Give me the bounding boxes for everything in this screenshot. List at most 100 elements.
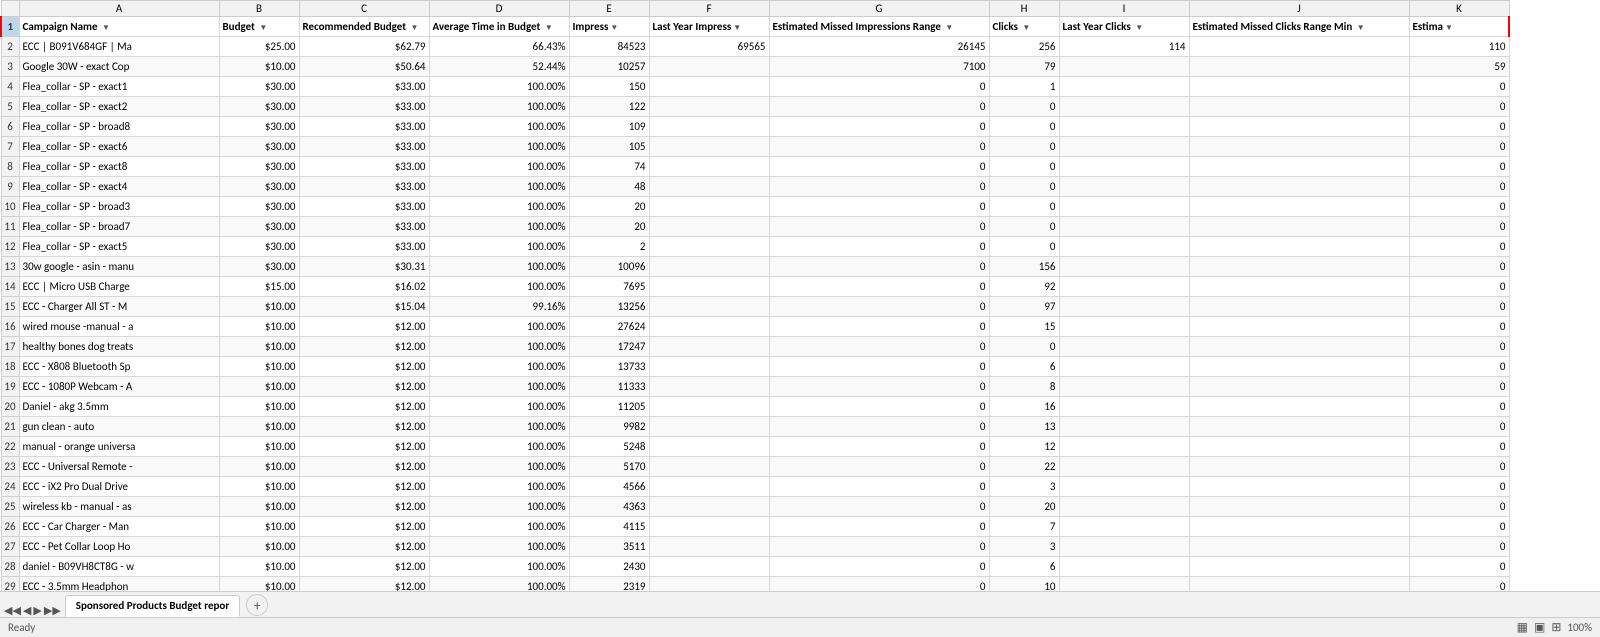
data-cell[interactable] bbox=[1189, 97, 1409, 117]
data-cell[interactable]: $12.00 bbox=[299, 577, 429, 592]
data-cell[interactable] bbox=[1189, 477, 1409, 497]
data-cell[interactable]: $30.00 bbox=[219, 197, 299, 217]
data-cell[interactable]: 0 bbox=[1409, 77, 1509, 97]
data-cell[interactable]: $33.00 bbox=[299, 237, 429, 257]
header-budget[interactable]: Budget ▼ bbox=[219, 17, 299, 37]
data-cell[interactable]: $10.00 bbox=[219, 357, 299, 377]
data-cell[interactable]: 0 bbox=[1409, 117, 1509, 137]
data-cell[interactable]: 0 bbox=[989, 157, 1059, 177]
data-cell[interactable]: 2 bbox=[569, 237, 649, 257]
data-cell[interactable]: 7695 bbox=[569, 277, 649, 297]
add-sheet-button[interactable]: + bbox=[246, 594, 268, 616]
data-cell[interactable]: 12 bbox=[989, 437, 1059, 457]
data-cell[interactable]: wired mouse -manual - a bbox=[19, 317, 219, 337]
data-cell[interactable]: 100.00% bbox=[429, 217, 569, 237]
data-cell[interactable] bbox=[649, 337, 769, 357]
data-cell[interactable]: 74 bbox=[569, 157, 649, 177]
filter-arrow-k[interactable]: ▼ bbox=[1445, 23, 1453, 33]
data-cell[interactable]: $10.00 bbox=[219, 417, 299, 437]
data-cell[interactable]: Flea_collar - SP - exact1 bbox=[19, 77, 219, 97]
data-cell[interactable]: $10.00 bbox=[219, 397, 299, 417]
data-cell[interactable]: 0 bbox=[769, 337, 989, 357]
data-cell[interactable]: $50.64 bbox=[299, 57, 429, 77]
data-cell[interactable] bbox=[1189, 297, 1409, 317]
data-cell[interactable]: 0 bbox=[1409, 237, 1509, 257]
data-cell[interactable]: 0 bbox=[1409, 377, 1509, 397]
data-cell[interactable]: 4115 bbox=[569, 517, 649, 537]
data-cell[interactable]: 0 bbox=[1409, 297, 1509, 317]
data-cell[interactable] bbox=[1059, 317, 1189, 337]
data-cell[interactable]: 0 bbox=[1409, 577, 1509, 592]
data-cell[interactable] bbox=[1189, 377, 1409, 397]
filter-arrow-j[interactable]: ▼ bbox=[1357, 23, 1365, 33]
data-cell[interactable]: 100.00% bbox=[429, 257, 569, 277]
data-cell[interactable] bbox=[1189, 237, 1409, 257]
data-cell[interactable]: $10.00 bbox=[219, 297, 299, 317]
data-cell[interactable]: 100.00% bbox=[429, 277, 569, 297]
data-cell[interactable]: $12.00 bbox=[299, 537, 429, 557]
data-cell[interactable]: 3 bbox=[989, 477, 1059, 497]
data-cell[interactable] bbox=[1059, 97, 1189, 117]
data-cell[interactable]: 100.00% bbox=[429, 357, 569, 377]
data-cell[interactable]: 122 bbox=[569, 97, 649, 117]
data-cell[interactable] bbox=[1059, 477, 1189, 497]
data-cell[interactable]: 0 bbox=[1409, 197, 1509, 217]
data-cell[interactable]: 0 bbox=[989, 97, 1059, 117]
page-layout-button[interactable]: ▣ bbox=[1534, 620, 1545, 635]
data-cell[interactable]: 22 bbox=[989, 457, 1059, 477]
data-cell[interactable]: 100.00% bbox=[429, 197, 569, 217]
data-cell[interactable] bbox=[649, 577, 769, 592]
data-cell[interactable]: $12.00 bbox=[299, 417, 429, 437]
data-cell[interactable]: $30.31 bbox=[299, 257, 429, 277]
data-cell[interactable] bbox=[1059, 337, 1189, 357]
data-cell[interactable] bbox=[649, 537, 769, 557]
filter-arrow-a[interactable]: ▼ bbox=[102, 23, 110, 33]
data-cell[interactable] bbox=[649, 417, 769, 437]
data-cell[interactable] bbox=[1189, 437, 1409, 457]
header-estimated-missed-impressions[interactable]: Estimated Missed Impressions Range ▼ bbox=[769, 17, 989, 37]
data-cell[interactable]: 52.44% bbox=[429, 57, 569, 77]
data-cell[interactable] bbox=[1189, 57, 1409, 77]
data-cell[interactable] bbox=[649, 397, 769, 417]
data-cell[interactable]: 0 bbox=[1409, 417, 1509, 437]
data-cell[interactable]: 7100 bbox=[769, 57, 989, 77]
data-cell[interactable]: 4363 bbox=[569, 497, 649, 517]
filter-arrow-f[interactable]: ▼ bbox=[733, 23, 741, 33]
data-cell[interactable]: $30.00 bbox=[219, 237, 299, 257]
data-cell[interactable] bbox=[1189, 257, 1409, 277]
data-cell[interactable]: 5248 bbox=[569, 437, 649, 457]
data-cell[interactable]: 109 bbox=[569, 117, 649, 137]
data-cell[interactable]: $10.00 bbox=[219, 317, 299, 337]
col-header-e[interactable]: E bbox=[569, 1, 649, 17]
data-cell[interactable]: $12.00 bbox=[299, 337, 429, 357]
data-cell[interactable]: 13256 bbox=[569, 297, 649, 317]
data-cell[interactable]: ECC - Charger All ST - M bbox=[19, 297, 219, 317]
data-cell[interactable] bbox=[649, 497, 769, 517]
data-cell[interactable] bbox=[1059, 417, 1189, 437]
data-cell[interactable]: 150 bbox=[569, 77, 649, 97]
data-cell[interactable]: 0 bbox=[769, 97, 989, 117]
data-cell[interactable]: 0 bbox=[1409, 277, 1509, 297]
data-cell[interactable] bbox=[649, 137, 769, 157]
data-cell[interactable]: $12.00 bbox=[299, 517, 429, 537]
data-cell[interactable]: $16.02 bbox=[299, 277, 429, 297]
data-cell[interactable]: 0 bbox=[769, 437, 989, 457]
header-recommended-budget[interactable]: Recommended Budget ▼ bbox=[299, 17, 429, 37]
data-cell[interactable] bbox=[1189, 317, 1409, 337]
col-header-i[interactable]: I bbox=[1059, 1, 1189, 17]
header-estimated-missed-clicks[interactable]: Estimated Missed Clicks Range Min ▼ bbox=[1189, 17, 1409, 37]
data-cell[interactable]: Flea_collar - SP - broad8 bbox=[19, 117, 219, 137]
data-cell[interactable]: 48 bbox=[569, 177, 649, 197]
data-cell[interactable]: 0 bbox=[1409, 217, 1509, 237]
data-cell[interactable] bbox=[649, 557, 769, 577]
data-cell[interactable] bbox=[649, 237, 769, 257]
data-cell[interactable] bbox=[1059, 197, 1189, 217]
data-cell[interactable]: 10257 bbox=[569, 57, 649, 77]
data-cell[interactable]: 0 bbox=[989, 197, 1059, 217]
data-cell[interactable]: $10.00 bbox=[219, 457, 299, 477]
data-cell[interactable]: 10 bbox=[989, 577, 1059, 592]
data-cell[interactable]: 0 bbox=[769, 217, 989, 237]
data-cell[interactable] bbox=[1059, 297, 1189, 317]
header-impressions[interactable]: Impress▼ bbox=[569, 17, 649, 37]
data-cell[interactable]: 100.00% bbox=[429, 377, 569, 397]
